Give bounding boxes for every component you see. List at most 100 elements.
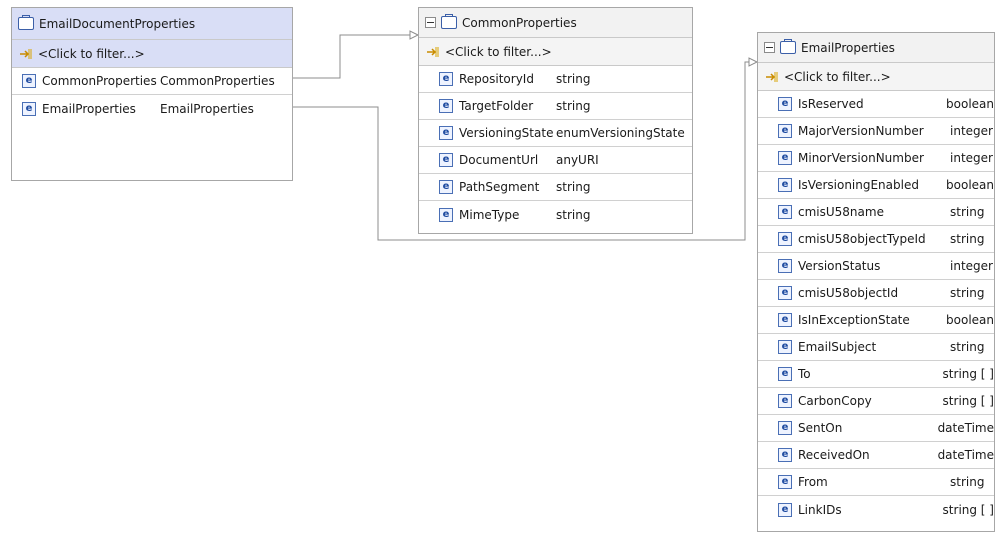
filter-icon [427, 46, 439, 57]
field-row[interactable]: e ReceivedOn dateTime [758, 442, 994, 469]
field-row[interactable]: e MajorVersionNumber integer [758, 118, 994, 145]
field-row[interactable]: e MimeType string [419, 201, 692, 228]
email-properties-box[interactable]: EmailProperties <Click to filter...> e Is… [757, 32, 995, 532]
field-name: cmisU58objectTypeId [798, 232, 926, 246]
element-icon: e [778, 205, 792, 219]
element-icon: e [22, 74, 36, 88]
field-type: enumVersioningState [556, 126, 685, 140]
element-icon: e [778, 259, 792, 273]
field-row[interactable]: e MinorVersionNumber integer [758, 145, 994, 172]
field-row[interactable]: e PathSegment string [419, 174, 692, 201]
element-icon: e [778, 232, 792, 246]
field-row[interactable]: e cmisU58objectId string [758, 280, 994, 307]
field-type: dateTime [937, 448, 994, 462]
field-name: To [798, 367, 811, 381]
field-row[interactable]: e IsInExceptionState boolean [758, 307, 994, 334]
element-icon: e [22, 101, 36, 116]
element-icon: e [778, 367, 792, 381]
field-type: string [556, 72, 591, 86]
field-row[interactable]: e To string [ ] [758, 361, 994, 388]
field-type: integer [950, 259, 993, 273]
field-name: From [798, 475, 828, 489]
element-icon: e [778, 448, 792, 462]
field-type: boolean [946, 313, 994, 327]
element-icon: e [439, 153, 453, 167]
filter-row[interactable]: <Click to filter...> [12, 40, 292, 68]
element-icon: e [439, 99, 453, 113]
element-icon: e [778, 97, 792, 111]
arrowhead-email-properties [748, 57, 759, 67]
field-name: cmisU58name [798, 205, 884, 219]
field-name: IsReserved [798, 97, 864, 111]
field-row[interactable]: e EmailProperties EmailProperties [12, 95, 292, 122]
collapse-icon[interactable] [764, 42, 775, 53]
field-row[interactable]: e CommonProperties CommonProperties [12, 68, 292, 95]
field-name: IsVersioningEnabled [798, 178, 919, 192]
field-row[interactable]: e IsReserved boolean [758, 91, 994, 118]
field-type: CommonProperties [160, 74, 275, 88]
field-type: string [ ] [942, 502, 994, 517]
field-type: string [950, 475, 985, 489]
field-type: string [950, 286, 985, 300]
business-object-icon [18, 15, 34, 30]
box-header[interactable]: EmailProperties [758, 33, 994, 63]
filter-label[interactable]: <Click to filter...> [784, 70, 891, 84]
box-title: CommonProperties [462, 15, 577, 30]
field-type: string [556, 207, 591, 222]
element-icon: e [778, 151, 792, 165]
field-name: cmisU58objectId [798, 286, 899, 300]
element-icon: e [439, 126, 453, 140]
connector-common-properties [293, 34, 412, 79]
field-name: ReceivedOn [798, 448, 870, 462]
element-icon: e [778, 502, 792, 517]
field-row[interactable]: e CarbonCopy string [ ] [758, 388, 994, 415]
element-icon: e [778, 421, 792, 435]
field-name: CommonProperties [42, 74, 157, 88]
field-name: VersionStatus [798, 259, 881, 273]
element-icon: e [778, 394, 792, 408]
field-name: MimeType [459, 207, 520, 222]
field-type: EmailProperties [160, 101, 254, 116]
collapse-icon[interactable] [425, 17, 436, 28]
field-row[interactable]: e cmisU58objectTypeId string [758, 226, 994, 253]
field-type: string [950, 232, 985, 246]
field-row[interactable]: e VersionStatus integer [758, 253, 994, 280]
field-name: TargetFolder [459, 99, 534, 113]
element-icon: e [778, 178, 792, 192]
business-object-icon [441, 14, 457, 29]
box-header[interactable]: CommonProperties [419, 8, 692, 38]
filter-icon [766, 71, 778, 82]
field-name: VersioningState [459, 126, 554, 140]
field-row[interactable]: e EmailSubject string [758, 334, 994, 361]
field-row[interactable]: e VersioningState enumVersioningState [419, 120, 692, 147]
field-name: CarbonCopy [798, 394, 872, 408]
field-row[interactable]: e SentOn dateTime [758, 415, 994, 442]
element-icon: e [778, 124, 792, 138]
field-name: EmailSubject [798, 340, 877, 354]
email-document-properties-box[interactable]: EmailDocumentProperties <Click to filter… [11, 7, 293, 181]
field-name: EmailProperties [42, 101, 136, 116]
field-row[interactable]: e From string [758, 469, 994, 496]
field-name: MajorVersionNumber [798, 124, 924, 138]
field-type: string [ ] [942, 367, 994, 381]
filter-label[interactable]: <Click to filter...> [445, 45, 552, 59]
field-type: string [556, 99, 591, 113]
element-icon: e [778, 340, 792, 354]
box-header[interactable]: EmailDocumentProperties [12, 8, 292, 40]
element-icon: e [439, 72, 453, 86]
field-name: SentOn [798, 421, 843, 435]
field-type: dateTime [937, 421, 994, 435]
filter-label[interactable]: <Click to filter...> [38, 47, 145, 61]
field-name: RepositoryId [459, 72, 534, 86]
element-icon: e [778, 286, 792, 300]
field-row[interactable]: e DocumentUrl anyURI [419, 147, 692, 174]
field-type: string [556, 180, 591, 194]
field-row[interactable]: e RepositoryId string [419, 66, 692, 93]
field-row[interactable]: e IsVersioningEnabled boolean [758, 172, 994, 199]
common-properties-box[interactable]: CommonProperties <Click to filter...> eR… [418, 7, 693, 234]
filter-row[interactable]: <Click to filter...> [419, 38, 692, 66]
field-row[interactable]: e LinkIDs string [ ] [758, 496, 994, 523]
field-row[interactable]: e TargetFolder string [419, 93, 692, 120]
filter-row[interactable]: <Click to filter...> [758, 63, 994, 91]
field-row[interactable]: e cmisU58name string [758, 199, 994, 226]
